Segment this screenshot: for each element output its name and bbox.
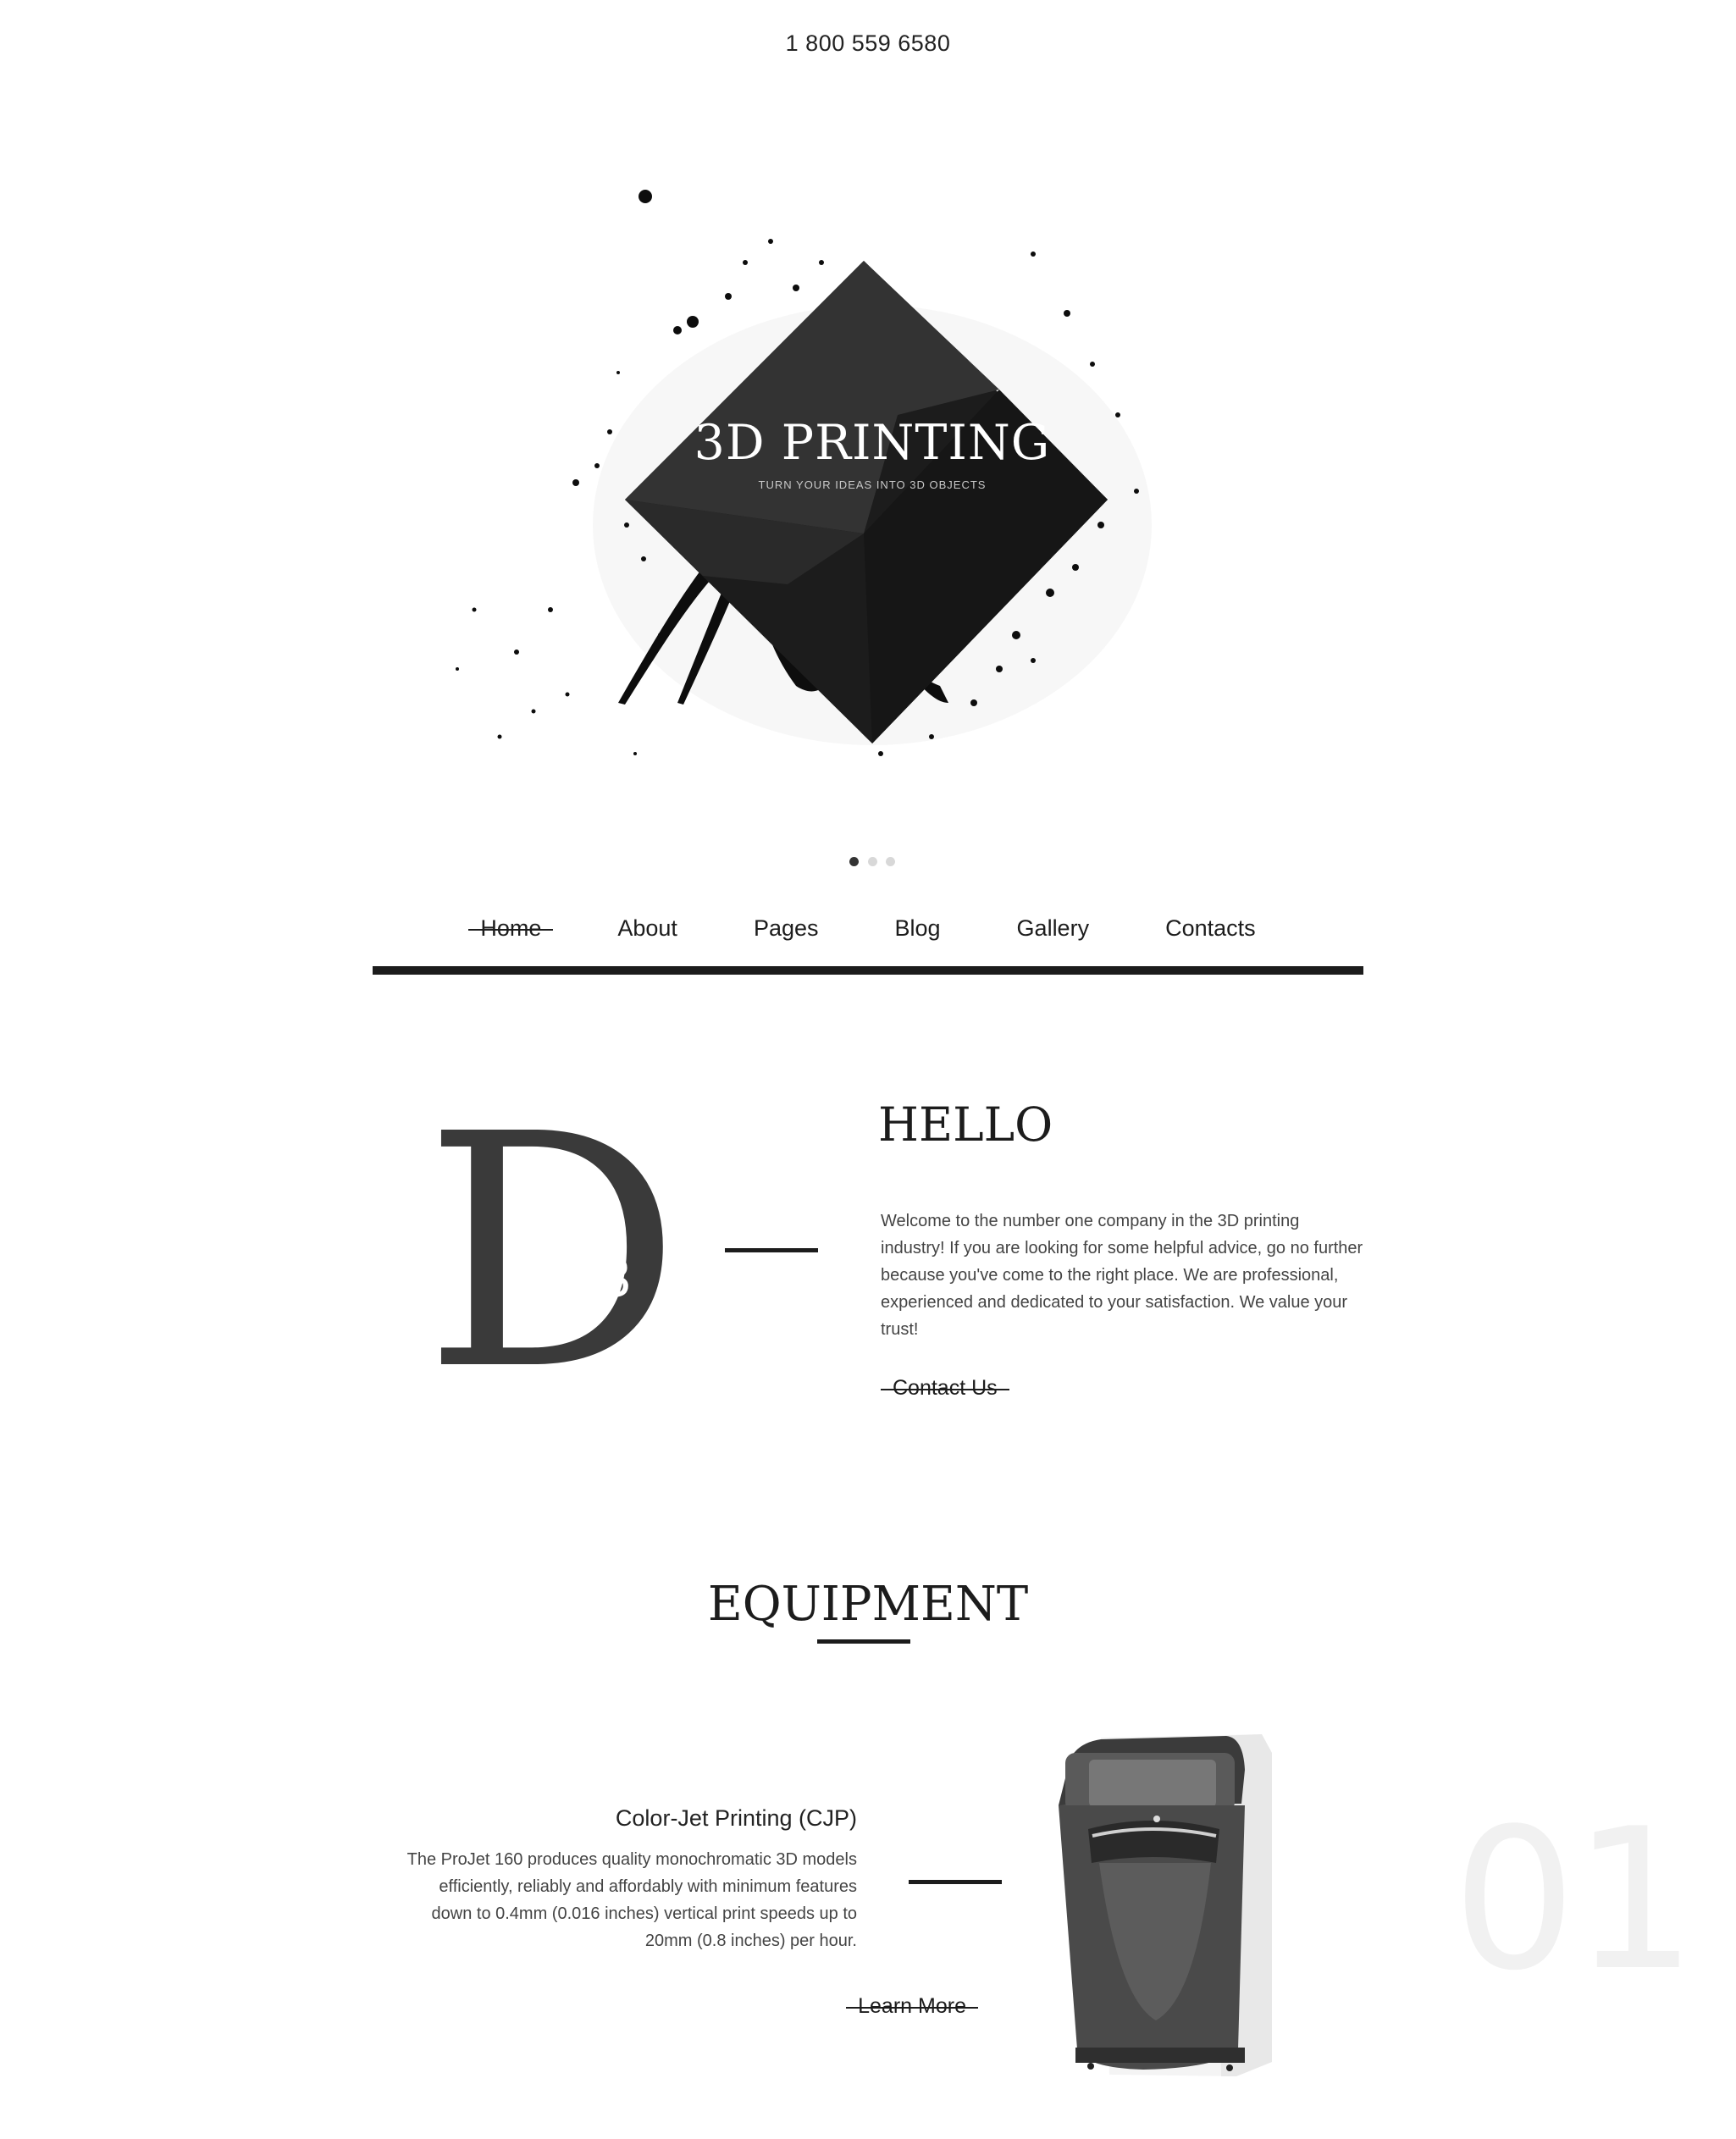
nav-item-blog[interactable]: Blog: [883, 915, 953, 942]
equipment-item-title: Color-Jet Printing (CJP): [615, 1805, 857, 1831]
nav-item-pages[interactable]: Pages: [742, 915, 831, 942]
logo-superscript: 3: [600, 1246, 631, 1308]
contact-us-link[interactable]: Contact Us: [881, 1376, 1009, 1400]
hero-subtitle: TURN YOUR IDEAS INTO 3D OBJECTS: [758, 478, 987, 491]
nav-item-home[interactable]: Home: [468, 915, 554, 942]
equipment-item-number: 01: [1452, 1788, 1697, 2014]
equipment-title-underline: [817, 1639, 910, 1644]
logo-letter: D: [423, 1065, 682, 1440]
hero-slider: 3D PRINTING TURN YOUR IDEAS INTO 3D OBJE…: [423, 161, 1321, 906]
main-nav: Home About Pages Blog Gallery Contacts: [0, 909, 1736, 947]
printer-illustration: [1059, 1734, 1272, 2076]
equipment-dash-divider: [909, 1880, 1002, 1884]
equipment-item-text: The ProJet 160 produces quality monochro…: [406, 1850, 857, 1950]
slider-dot-2[interactable]: [867, 857, 877, 866]
header-phone[interactable]: 1 800 559 6580: [0, 30, 1736, 57]
nav-item-contacts[interactable]: Contacts: [1153, 915, 1268, 942]
learn-more-link[interactable]: Learn More: [846, 1994, 978, 2018]
slider-dot-3[interactable]: [885, 857, 895, 866]
hello-dash-divider: [725, 1248, 818, 1252]
ink-splash-graphic: [456, 190, 1152, 756]
hello-text: Welcome to the number one company in the…: [881, 1212, 1363, 1339]
nav-divider: [373, 966, 1363, 975]
slider-pagination: [423, 855, 1321, 871]
hello-title: HELLO: [878, 1097, 1053, 1152]
nav-item-about[interactable]: About: [605, 915, 689, 942]
equipment-title: EQUIPMENT: [707, 1577, 1029, 1632]
slider-dot-1[interactable]: [849, 857, 860, 866]
nav-item-gallery[interactable]: Gallery: [1005, 915, 1102, 942]
hero-title: 3D PRINTING: [694, 415, 1051, 471]
